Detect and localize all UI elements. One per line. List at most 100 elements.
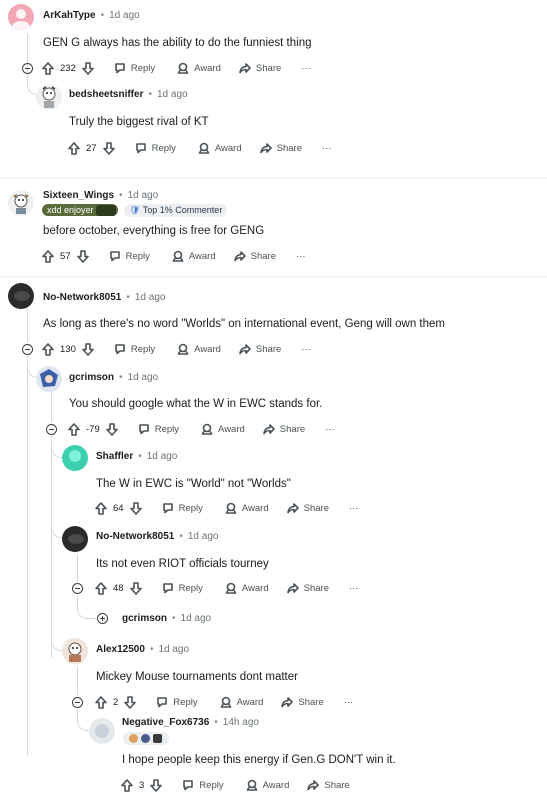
downvote-icon[interactable] — [102, 141, 115, 155]
downvote-icon[interactable] — [129, 501, 142, 515]
award-button[interactable]: Award — [220, 696, 263, 708]
avatar[interactable] — [62, 638, 88, 664]
award-button[interactable]: Award — [225, 582, 269, 594]
upvote-icon[interactable] — [42, 61, 54, 75]
downvote-icon[interactable] — [150, 778, 163, 792]
comment-timestamp: 1d ago — [145, 644, 189, 655]
comment-actions: 232 Reply Award Share ··· — [42, 59, 311, 77]
award-button[interactable]: Award — [198, 142, 242, 154]
avatar[interactable] — [62, 445, 88, 471]
upvote-icon[interactable] — [121, 778, 133, 792]
share-button[interactable]: Share — [239, 62, 281, 74]
award-button[interactable]: Award — [177, 62, 221, 74]
award-button[interactable]: Award — [201, 423, 245, 435]
downvote-icon[interactable] — [129, 581, 142, 595]
downvote-icon[interactable] — [82, 61, 94, 75]
award-icon — [201, 423, 213, 435]
downvote-icon[interactable] — [76, 249, 89, 263]
expand-thread-button[interactable] — [97, 613, 108, 624]
upvote-icon[interactable] — [95, 501, 107, 515]
share-button[interactable]: Share — [307, 779, 350, 791]
comment-author[interactable]: gcrimson1d ago — [122, 613, 211, 624]
thread-line — [77, 554, 78, 582]
reply-button[interactable]: Reply — [162, 582, 203, 594]
comment-author[interactable]: gcrimson1d ago — [69, 372, 158, 383]
collapse-thread-button[interactable] — [72, 583, 83, 594]
upvote-icon[interactable] — [68, 141, 80, 155]
comment-body: Mickey Mouse tournaments dont matter — [96, 671, 298, 683]
comment-author[interactable]: Alex125001d ago — [96, 644, 189, 655]
comment-author[interactable]: bedsheetsniffer1d ago — [69, 89, 188, 100]
reply-icon — [115, 63, 125, 74]
comment-body: GEN G always has the ability to do the f… — [43, 37, 312, 49]
award-button[interactable]: Award — [177, 343, 221, 355]
share-button[interactable]: Share — [286, 502, 329, 514]
more-options-button[interactable]: ··· — [325, 424, 335, 435]
comment-timestamp: 1d ago — [143, 89, 187, 100]
award-button[interactable]: Award — [225, 502, 269, 514]
reply-button[interactable]: Reply — [114, 343, 155, 355]
comment-author[interactable]: Shaffler1d ago — [96, 451, 177, 462]
share-button[interactable]: Share — [239, 343, 281, 355]
reply-icon — [162, 583, 173, 594]
comment-body: before october, everything is free for G… — [43, 225, 265, 237]
downvote-icon[interactable] — [82, 342, 94, 356]
collapse-thread-button[interactable] — [72, 697, 83, 708]
more-options-button[interactable]: ··· — [344, 697, 354, 708]
reply-button[interactable]: Reply — [135, 142, 176, 154]
more-options-button[interactable]: ··· — [301, 344, 311, 355]
reply-button[interactable]: Reply — [182, 779, 224, 791]
avatar[interactable] — [8, 283, 34, 309]
reply-button[interactable]: Reply — [109, 250, 150, 262]
avatar[interactable] — [89, 718, 115, 744]
more-options-button[interactable]: ··· — [322, 143, 332, 154]
award-icon — [225, 502, 237, 514]
reply-button[interactable]: Reply — [156, 696, 198, 708]
collapse-thread-button[interactable] — [22, 344, 33, 355]
more-options-button[interactable]: ··· — [301, 63, 311, 74]
upvote-icon[interactable] — [42, 342, 54, 356]
avatar[interactable] — [36, 84, 62, 110]
share-button[interactable]: Share — [286, 582, 329, 594]
more-options-button[interactable]: ··· — [349, 583, 359, 594]
avatar[interactable] — [8, 190, 34, 216]
reply-button[interactable]: Reply — [162, 502, 203, 514]
reply-button[interactable]: Reply — [114, 62, 155, 74]
share-button[interactable]: Share — [262, 423, 305, 435]
comment-author[interactable]: No-Network80511d ago — [43, 292, 165, 303]
comment-author[interactable]: No-Network80511d ago — [96, 531, 218, 542]
comment-author[interactable]: Sixteen_Wings1d ago — [43, 190, 158, 201]
more-options-button[interactable]: ··· — [296, 251, 306, 262]
comment-actions: 130 Reply Award Share ··· — [42, 340, 311, 358]
award-button[interactable]: Award — [172, 250, 216, 262]
share-button[interactable]: Share — [281, 696, 324, 708]
upvote-icon[interactable] — [42, 249, 54, 263]
comment-actions: 57 Reply Award Share ··· — [42, 247, 306, 265]
reply-icon — [162, 503, 173, 514]
reply-icon — [115, 344, 125, 355]
upvote-icon[interactable] — [95, 695, 107, 709]
reply-button[interactable]: Reply — [138, 423, 179, 435]
comment-author[interactable]: ArKahType1d ago — [43, 10, 140, 21]
downvote-icon[interactable] — [105, 422, 118, 436]
separator — [0, 178, 547, 179]
avatar[interactable] — [62, 526, 88, 552]
share-icon — [262, 424, 275, 435]
share-button[interactable]: Share — [233, 250, 276, 262]
share-icon — [281, 697, 294, 708]
thread-curve — [77, 600, 96, 619]
upvote-icon[interactable] — [68, 422, 80, 436]
share-button[interactable]: Share — [259, 142, 302, 154]
avatar[interactable] — [8, 4, 34, 30]
more-options-button[interactable]: ··· — [349, 503, 359, 514]
collapse-thread-button[interactable] — [22, 63, 33, 74]
award-icon — [172, 250, 184, 262]
vote-count: 3 — [139, 779, 145, 791]
downvote-icon[interactable] — [124, 695, 137, 709]
award-button[interactable]: Award — [246, 779, 289, 791]
comment-timestamp: 1d ago — [167, 613, 211, 624]
comment-author[interactable]: Negative_Fox673614h ago — [122, 717, 259, 728]
upvote-icon[interactable] — [95, 581, 107, 595]
avatar[interactable] — [36, 366, 62, 392]
collapse-thread-button[interactable] — [46, 424, 57, 435]
